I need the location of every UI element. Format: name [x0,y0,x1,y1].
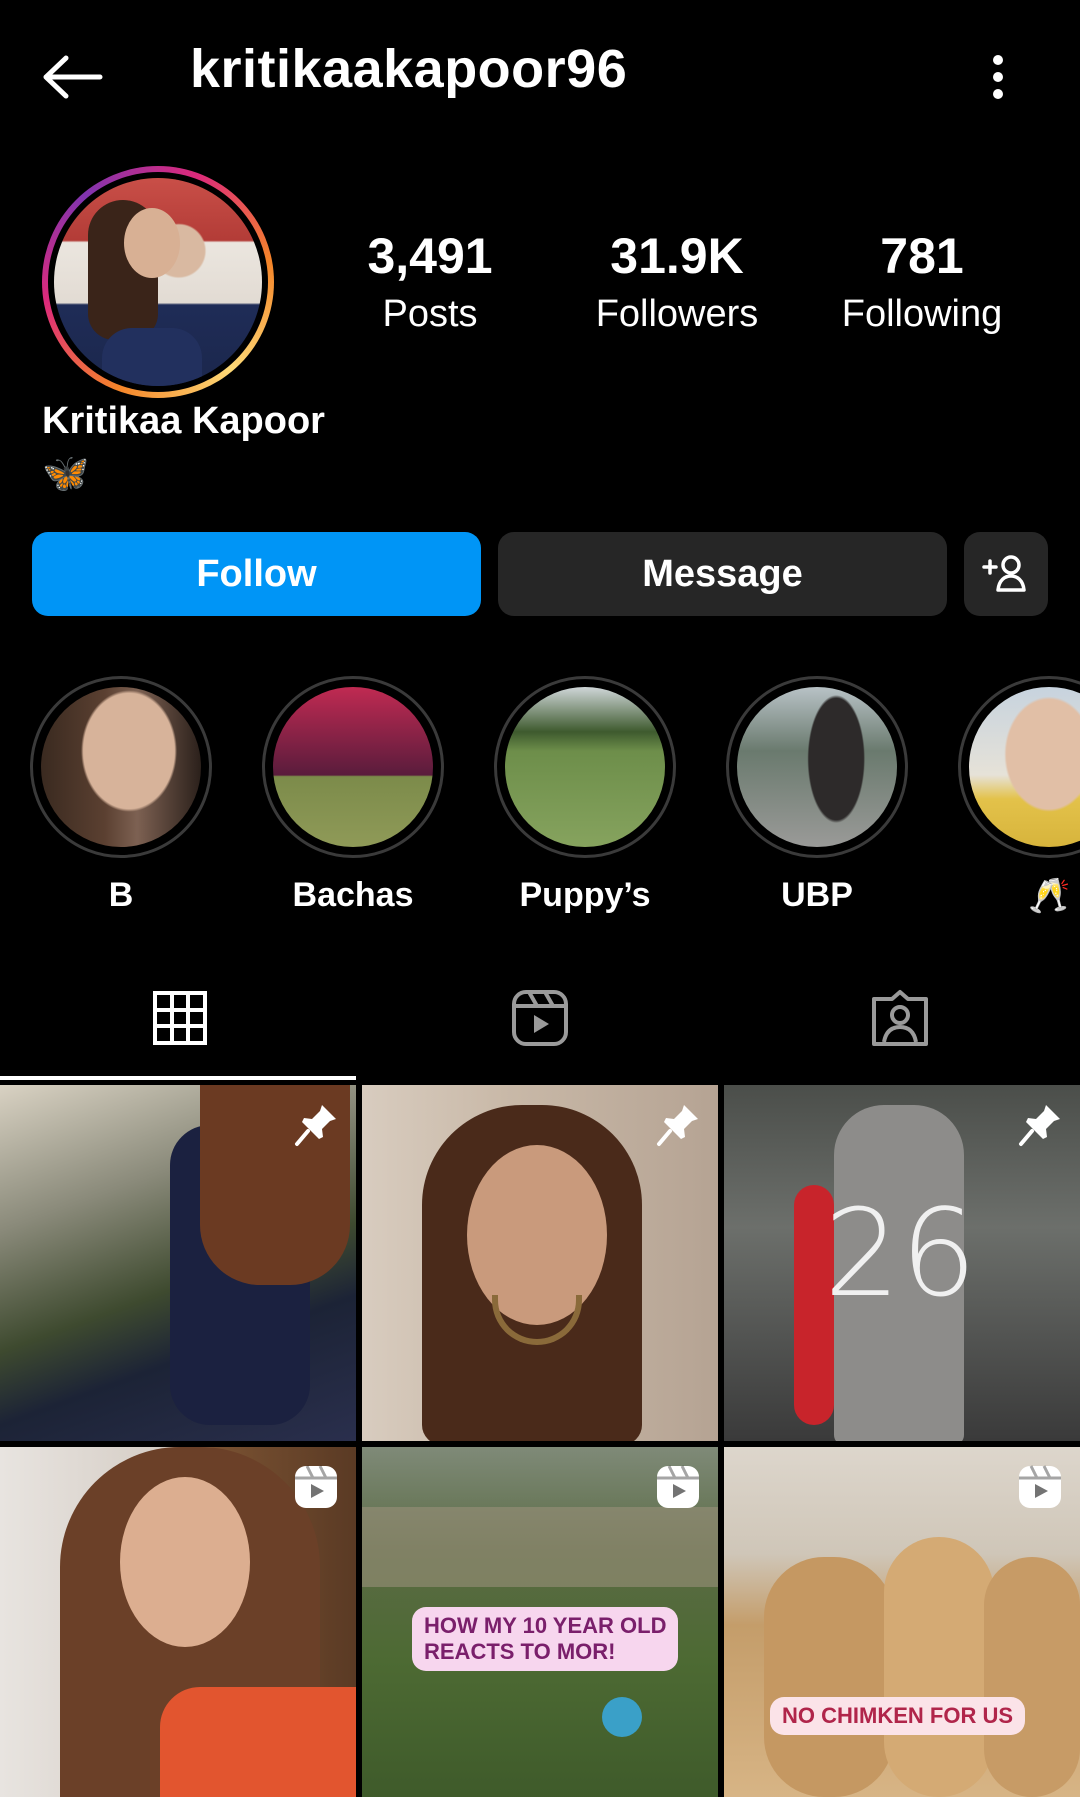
avatar-photo [54,178,262,386]
post-photo-detail [160,1687,356,1797]
stat-label: Following [841,293,1003,335]
add-person-icon [982,555,1026,592]
stat-value: 31.9K [610,228,744,284]
tagged-icon [872,990,928,1046]
highlight-label: UBP [781,876,853,914]
highlight-ring [726,676,908,858]
tab-selected-indicator [0,1076,356,1080]
post-sticker-text: NO CHIMKEN FOR US [770,1697,1025,1735]
stat-followers[interactable]: 31.9K Followers [577,228,777,340]
profile-tabs [0,956,1080,1080]
profile-username: kritikaakapoor96 [190,39,628,99]
pin-icon [295,1105,336,1146]
highlight-b[interactable]: B [30,676,212,915]
highlight-label: Puppy’s [519,876,651,914]
stat-value: 3,491 [367,228,493,284]
stat-label: Followers [595,293,759,335]
post-overlay-text: 26 [824,1185,977,1324]
post-tile[interactable]: HOW MY 10 YEAR OLD REACTS TO MOR! [362,1447,718,1797]
post-sticker-text: HOW MY 10 YEAR OLD REACTS TO MOR! [412,1607,679,1671]
highlight-cover [41,687,201,847]
post-tile[interactable] [0,1085,356,1441]
post-photo-detail [120,1477,250,1647]
tab-reels[interactable] [360,956,720,1080]
post-tile[interactable] [0,1447,356,1797]
stat-value: 781 [880,228,964,284]
highlight-puppys[interactable]: Puppy’s [494,676,676,915]
highlight-cover [273,687,433,847]
avatar-photo-detail [102,328,202,386]
reel-icon [295,1465,337,1508]
stat-following[interactable]: 781 Following [822,228,1022,340]
follow-button[interactable]: Follow [32,532,481,616]
post-tile[interactable] [362,1085,718,1441]
post-photo-detail [362,1507,718,1587]
highlight-ring [30,676,212,858]
story-highlights: B Bachas Puppy’s UBP 🥂 [0,676,1080,916]
highlight-cheers[interactable]: 🥂 [958,676,1080,916]
highlight-bachas[interactable]: Bachas [262,676,444,915]
pin-icon [657,1105,698,1146]
post-tile[interactable]: 26 [724,1085,1080,1441]
highlight-label: 🥂 [1028,877,1071,915]
reel-icon [1019,1465,1061,1508]
post-photo-detail [764,1557,894,1797]
tab-posts-grid[interactable] [0,956,360,1080]
stat-label: Posts [382,293,478,335]
pin-icon [1019,1105,1060,1146]
avatar-photo-detail [124,208,180,278]
suggested-users-button[interactable] [964,532,1048,616]
highlight-ring [958,676,1080,858]
reel-icon [657,1465,699,1508]
profile-bio: 🦋 [42,453,90,495]
highlight-cover [737,687,897,847]
post-photo-detail [884,1537,994,1797]
post-photo-detail [984,1557,1080,1797]
tab-tagged[interactable] [720,956,1080,1080]
more-options-icon[interactable] [970,44,1026,110]
highlight-label: B [108,876,134,914]
highlight-cover [969,687,1080,847]
profile-avatar[interactable] [42,166,274,398]
back-arrow-icon[interactable] [40,44,106,110]
highlight-cover [505,687,665,847]
message-button[interactable]: Message [498,532,947,616]
reels-icon [512,990,568,1046]
profile-full-name: Kritikaa Kapoor [42,400,325,442]
avatar-inner [48,172,268,392]
post-tile[interactable]: NO CHIMKEN FOR US [724,1447,1080,1797]
stat-posts[interactable]: 3,491 Posts [330,228,530,340]
grid-icon [153,991,207,1045]
top-bar: kritikaakapoor96 [0,0,1080,150]
highlight-ring [494,676,676,858]
highlight-label: Bachas [292,876,414,914]
peacock-sticker-icon [602,1697,642,1737]
highlight-ring [262,676,444,858]
highlight-ubp[interactable]: UBP [726,676,908,915]
